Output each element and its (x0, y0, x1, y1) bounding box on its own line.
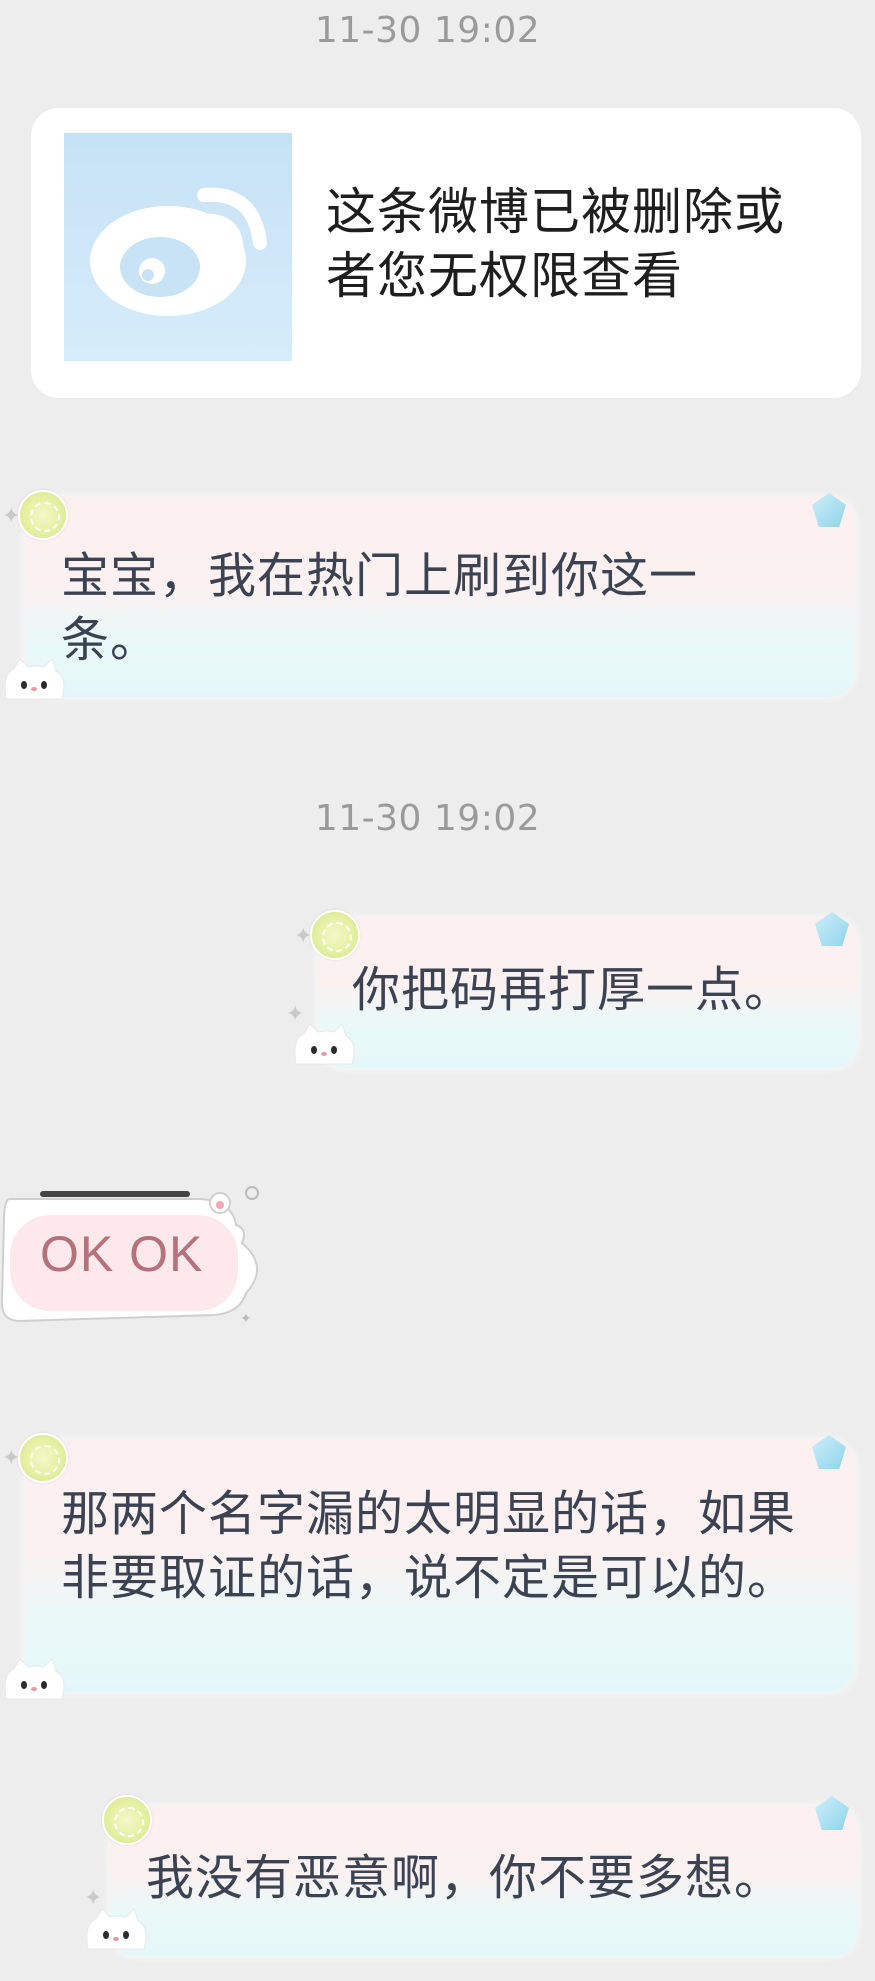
shared-post-text: 这条微博已被删除或者您无权限查看 (326, 183, 785, 305)
message-text: 我没有恶意啊，你不要多想。 (146, 1850, 784, 1906)
message-bubble[interactable]: 那两个名字漏的太明显的话，如果非要取证的话，说不定是可以的。 (25, 1440, 855, 1692)
lime-sticker-icon (310, 910, 360, 960)
timestamp: 11-30 19:02 (314, 798, 541, 839)
lime-sticker-icon (18, 490, 68, 540)
shared-post-card[interactable]: 这条微博已被删除或者您无权限查看 (31, 108, 861, 398)
sparkle-icon: ✦ (294, 924, 313, 949)
message-text: 宝宝，我在热门上刷到你这一条。 (61, 548, 699, 668)
message-bubble[interactable]: 你把码再打厚一点。 (318, 918, 858, 1068)
message-bubble[interactable]: 宝宝，我在热门上刷到你这一条。 (25, 497, 855, 697)
lime-sticker-icon (18, 1433, 68, 1483)
sparkle-icon: ✦ (2, 504, 21, 529)
message-text: 你把码再打厚一点。 (352, 962, 794, 1018)
message-text: 那两个名字漏的太明显的话，如果非要取证的话，说不定是可以的。 (61, 1486, 797, 1606)
cat-face-icon (0, 655, 68, 703)
lime-sticker-icon (102, 1795, 152, 1845)
weibo-logo-icon (64, 133, 292, 361)
cat-face-icon (290, 1020, 358, 1068)
svg-text:✦: ✦ (240, 1311, 252, 1325)
timestamp: 11-30 19:02 (314, 10, 541, 51)
message-bubble[interactable]: 我没有恶意啊，你不要多想。 (110, 1806, 858, 1956)
sticker-message[interactable]: ✦ OK OK (0, 1185, 270, 1327)
cat-face-icon (0, 1655, 68, 1703)
cat-face-icon (82, 1905, 150, 1953)
sticker-text: OK OK (40, 1226, 204, 1282)
sparkle-icon: ✦ (2, 1446, 21, 1471)
